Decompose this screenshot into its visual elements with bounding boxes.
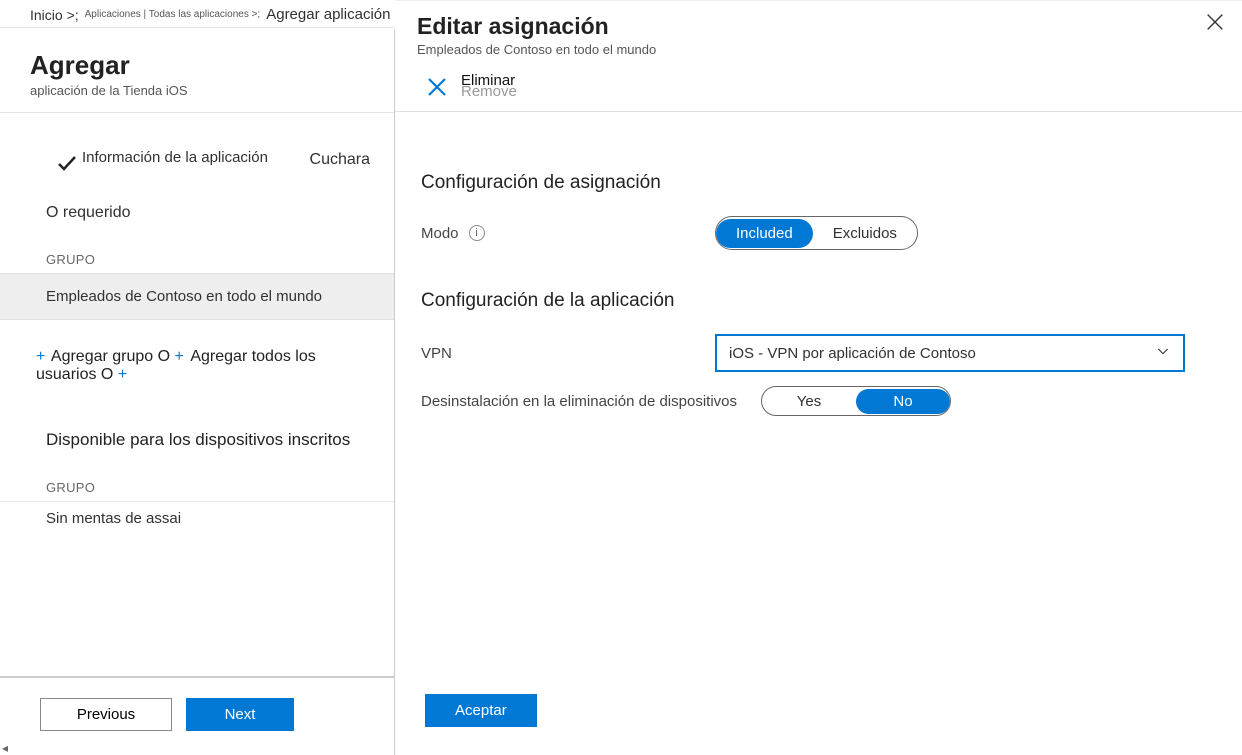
mode-row: Modo i Included Excluidos (421, 216, 1212, 250)
next-button[interactable]: Next (186, 698, 294, 731)
wizard-footer: Previous Next (0, 676, 394, 755)
step-label: Información de la aplicación (82, 149, 268, 166)
vpn-dropdown[interactable]: iOS - VPN por aplicación de Contoso (715, 334, 1185, 372)
uninstall-toggle[interactable]: Yes No (761, 386, 951, 416)
remove-x-icon (423, 73, 451, 101)
check-icon (55, 151, 79, 175)
scroll-left-icon[interactable]: ◂ (2, 741, 14, 753)
assignment-settings-header: Configuración de asignación (421, 172, 1212, 194)
group-header: GRUPO (0, 230, 394, 273)
chevron-down-icon (1155, 343, 1171, 363)
app-settings-header: Configuración de la aplicación (421, 290, 1212, 312)
no-assignments: Sin mentas de assai (0, 501, 394, 535)
mode-excluded-option[interactable]: Excluidos (813, 219, 917, 248)
add-app-subtitle: aplicación de la Tienda iOS (30, 83, 364, 98)
plus-icon: + (118, 366, 127, 383)
uninstall-yes-option[interactable]: Yes (762, 389, 856, 414)
uninstall-label: Desinstalación en la eliminación de disp… (421, 393, 761, 410)
add-group-link[interactable]: Agregar grupo O (51, 348, 170, 365)
required-section: O requerido (0, 176, 394, 230)
breadcrumb-add-app: Agregar aplicación (266, 6, 390, 23)
edit-assignment-title: Editar asignación (417, 13, 1212, 40)
uninstall-no-option[interactable]: No (856, 389, 950, 414)
available-enrolled-section: Disponible para los dispositivos inscrit… (0, 392, 394, 458)
group-item-contoso[interactable]: Empleados de Contoso en todo el mundo (0, 273, 394, 320)
add-actions-row: + Agregar grupo O + Agregar todos los us… (0, 320, 394, 392)
add-app-body: Información de la aplicación Cuchara O r… (0, 113, 394, 676)
vpn-selected-value: iOS - VPN por aplicación de Contoso (729, 345, 976, 362)
step-app-info[interactable]: Información de la aplicación Cuchara (0, 113, 394, 176)
vpn-label: VPN (421, 345, 715, 362)
add-app-title: Agregar (30, 50, 364, 81)
mode-toggle[interactable]: Included Excluidos (715, 216, 918, 250)
add-app-panel: Agregar aplicación de la Tienda iOS Info… (0, 30, 395, 755)
plus-icon: + (175, 348, 189, 365)
add-app-header: Agregar aplicación de la Tienda iOS (0, 30, 394, 113)
breadcrumb-apps[interactable]: Aplicaciones | Todas las aplicaciones >; (83, 9, 263, 20)
remove-button[interactable]: Eliminar Remove (395, 69, 1242, 112)
plus-icon: + (36, 348, 45, 365)
mode-included-option[interactable]: Included (716, 219, 813, 248)
close-icon (1204, 11, 1226, 33)
info-icon[interactable]: i (469, 225, 485, 241)
edit-assignment-subtitle: Empleados de Contoso en todo el mundo (417, 42, 1212, 57)
close-button[interactable] (1204, 11, 1228, 35)
breadcrumb-home[interactable]: Inicio >; (30, 7, 79, 23)
group-header-2: GRUPO (0, 458, 394, 501)
edit-assignment-body: Configuración de asignación Modo i Inclu… (395, 112, 1242, 674)
remove-label: Eliminar Remove (461, 73, 515, 101)
ok-button[interactable]: Aceptar (425, 694, 537, 727)
step-extra-label: Cuchara (310, 151, 370, 169)
previous-button[interactable]: Previous (40, 698, 172, 731)
mode-label: Modo i (421, 225, 715, 242)
uninstall-row: Desinstalación en la eliminación de disp… (421, 386, 1212, 416)
vpn-row: VPN iOS - VPN por aplicación de Contoso (421, 334, 1212, 372)
edit-assignment-header: Editar asignación Empleados de Contoso e… (395, 1, 1242, 69)
edit-assignment-panel: Editar asignación Empleados de Contoso e… (395, 0, 1242, 755)
edit-assignment-footer: Aceptar (395, 674, 1242, 755)
remove-label-en: Remove (461, 85, 517, 99)
